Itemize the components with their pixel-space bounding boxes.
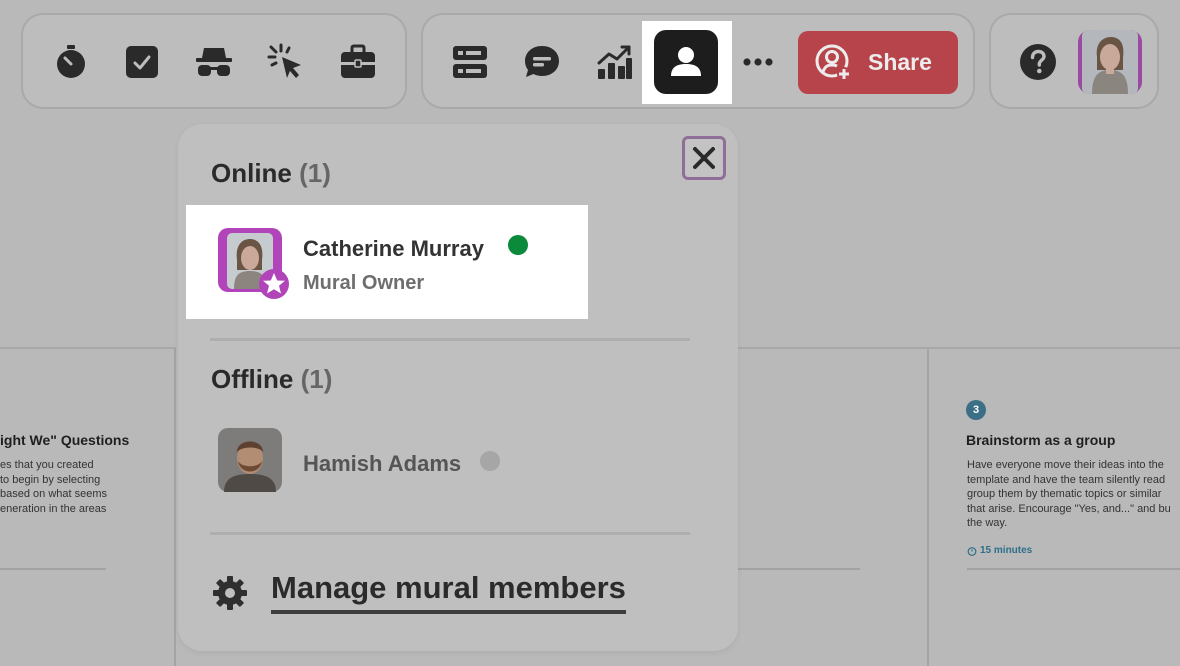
step-number-badge: 3 [966,400,986,420]
offline-title: Offline [211,364,294,394]
member-name: Hamish Adams [303,451,462,476]
collaborators-button[interactable] [654,30,718,94]
comments-icon [525,46,559,77]
help-icon [1020,44,1056,80]
private-mode-button[interactable] [190,38,238,86]
bg-card-duration: 15 minutes [967,545,1032,556]
activity-button[interactable] [590,38,638,86]
outline-icon [453,46,487,78]
bg-card-text: es that you created to begin by selectin… [0,459,108,515]
bg-card-text: Have everyone move their ideas into the … [967,459,1171,529]
laser-pointer-icon [267,43,301,78]
bg-card-rule [0,568,106,570]
bg-card-title: ight We" Questions [0,432,130,448]
online-title: Online [211,158,292,188]
bg-card-rule [738,568,860,570]
help-button[interactable] [1014,38,1062,86]
comments-button[interactable] [518,38,566,86]
toolkit-button[interactable] [334,38,382,86]
laser-pointer-button[interactable] [262,38,310,86]
timer-button[interactable] [47,38,95,86]
online-count: (1) [299,158,331,188]
more-button[interactable] [734,38,782,86]
avatar-image [1082,30,1138,94]
manage-members-link[interactable]: Manage mural members [271,570,626,614]
share-label: Share [868,49,932,75]
avatar [218,428,282,492]
member-name: Catherine Murray [303,236,484,261]
section-divider [210,338,690,341]
private-mode-icon [196,48,232,76]
voting-button[interactable] [118,38,166,86]
member-row-catherine-murray[interactable]: Catherine Murray Mural Owner [186,205,588,319]
close-icon [693,147,715,169]
canvas-frame-line [738,347,1180,349]
bg-card-title: Brainstorm as a group [966,432,1116,448]
timer-icon [967,546,977,556]
avatar [218,228,289,299]
add-user-icon [815,44,851,81]
member-role: Mural Owner [303,272,425,294]
offline-status-dot [480,451,500,471]
section-divider [210,532,690,535]
canvas-frame-line [0,347,176,349]
timer-icon [57,45,85,78]
account-avatar[interactable] [1078,30,1142,94]
offline-section-title: Offline (1) [211,364,332,395]
share-button[interactable]: Share [798,31,958,94]
member-row-hamish-adams[interactable]: Hamish Adams [210,420,690,500]
outline-button[interactable] [446,38,494,86]
activity-chart-icon [597,45,632,79]
online-status-dot [508,235,528,255]
canvas-divider [174,348,176,666]
gear-icon [213,576,247,610]
online-section-title: Online (1) [211,158,331,189]
canvas-divider [927,348,929,666]
user-icon [671,47,701,76]
offline-count: (1) [300,364,333,394]
toolkit-icon [341,44,375,78]
bg-card-duration-label: 15 minutes [980,545,1033,556]
close-panel-button[interactable] [682,136,726,180]
bg-card-rule [967,568,1180,570]
voting-icon [126,46,158,78]
more-icon [743,58,773,66]
